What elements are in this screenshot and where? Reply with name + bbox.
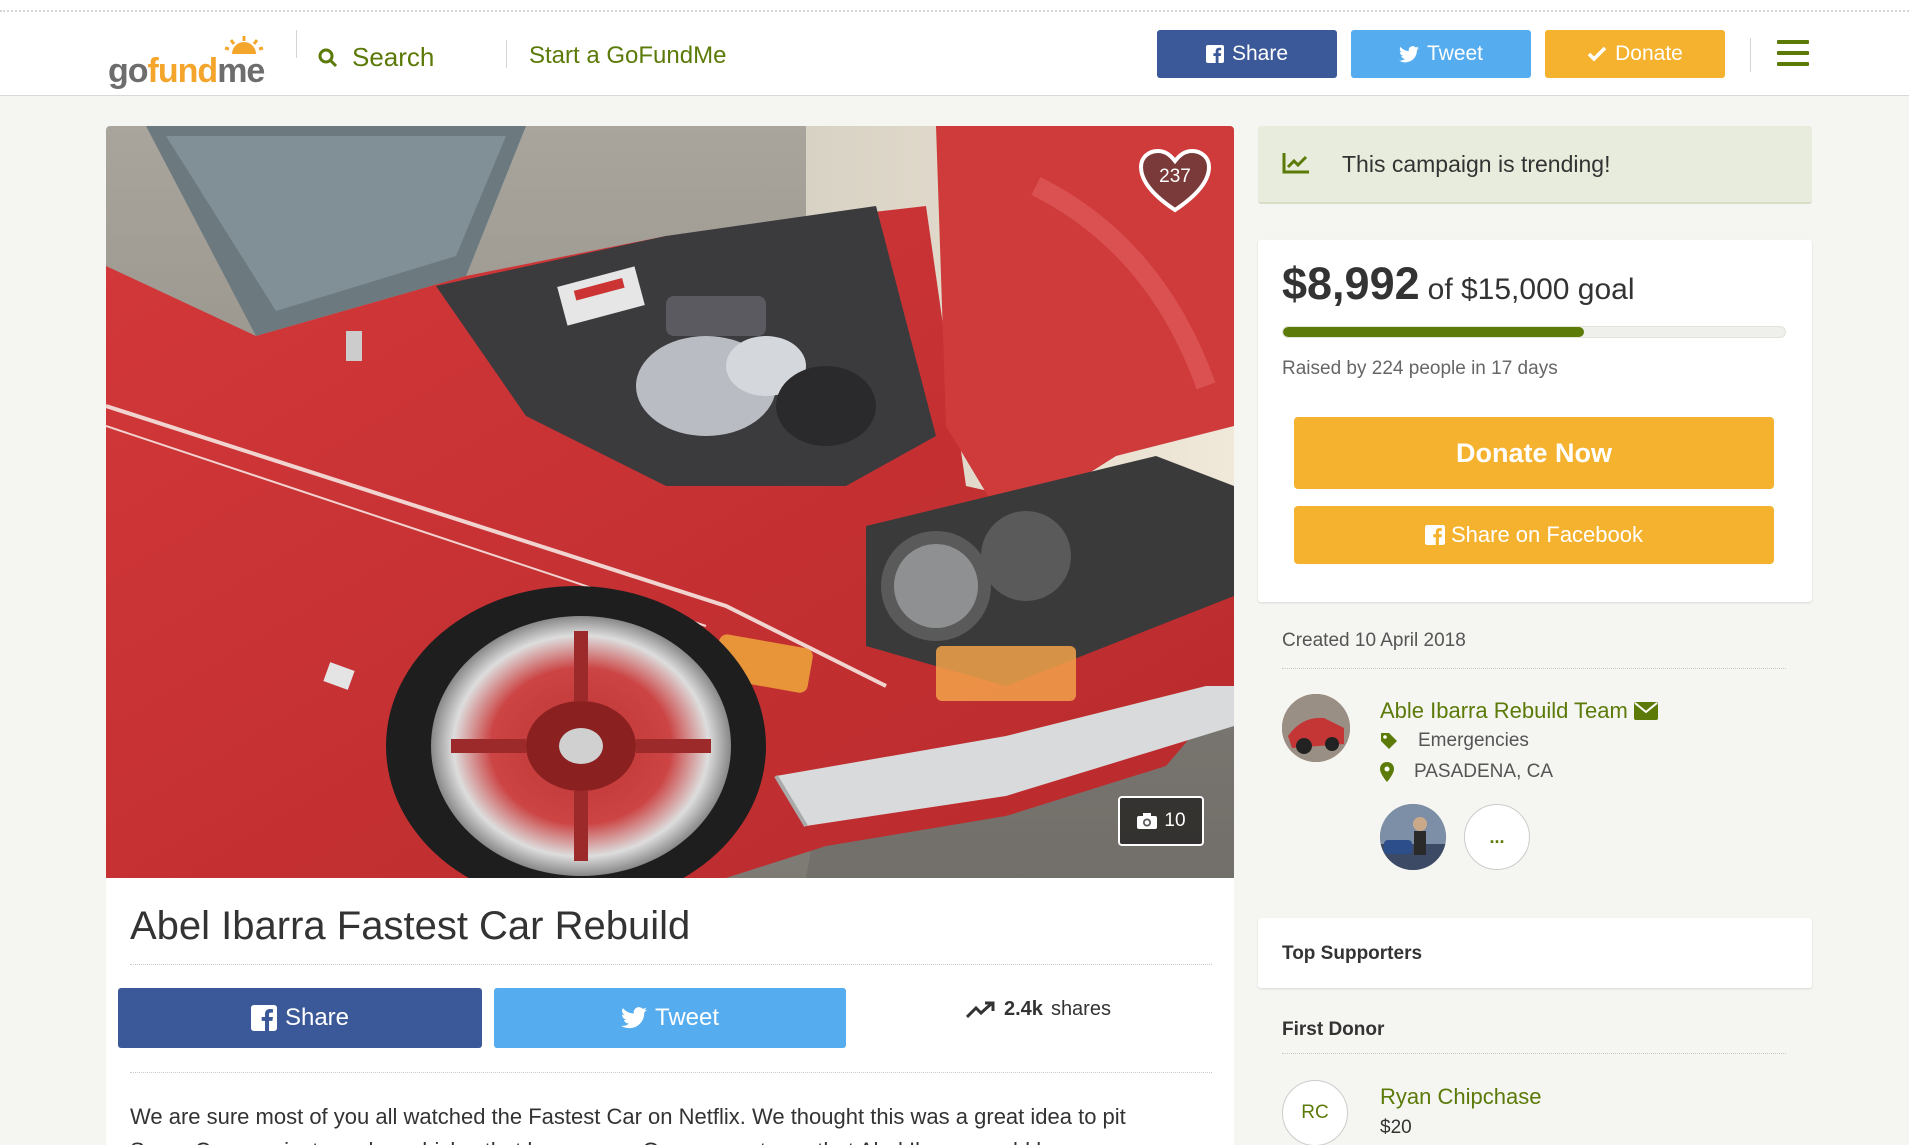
share-count: 2.4k shares: [966, 998, 1111, 1021]
start-gofundme-link[interactable]: Start a GoFundMe: [529, 42, 726, 70]
organizer-name: Able Ibarra Rebuild Team: [1380, 698, 1628, 723]
more-team-members-button[interactable]: ...: [1464, 804, 1530, 870]
header-share-button[interactable]: Share: [1157, 30, 1337, 78]
donor-amount: $20: [1380, 1117, 1412, 1138]
header-divider: [1750, 38, 1751, 72]
menu-hamburger-icon[interactable]: [1777, 40, 1809, 68]
campaign-share-button[interactable]: Share: [118, 988, 482, 1048]
donor-divider: [1282, 1053, 1786, 1054]
top-border: [0, 0, 1909, 12]
donate-now-button[interactable]: Donate Now: [1294, 417, 1774, 489]
beneficiary-avatar[interactable]: [1380, 804, 1446, 870]
car-photo-illustration: [106, 126, 1234, 878]
twitter-icon: [1398, 45, 1419, 62]
share-divider: [130, 1072, 1212, 1073]
top-supporters-heading: Top Supporters: [1282, 943, 1423, 964]
first-donor-heading: First Donor: [1282, 1019, 1385, 1040]
progress-bar: [1282, 326, 1786, 338]
raised-byline: Raised by 224 people in 17 days: [1282, 358, 1558, 379]
checkmark-icon: [1587, 46, 1607, 62]
organizer-link[interactable]: Able Ibarra Rebuild Team: [1380, 698, 1658, 724]
story-line: We are sure most of you all watched the …: [130, 1104, 1126, 1129]
map-pin-icon: [1380, 762, 1394, 782]
photo-count-label: 10: [1164, 810, 1186, 831]
campaign-share-label: Share: [284, 1004, 350, 1031]
raised-summary: $8,992 of $15,000 goal: [1282, 258, 1635, 310]
facebook-icon: [1424, 525, 1445, 545]
raised-amount: $8,992: [1282, 258, 1420, 309]
campaign-category[interactable]: Emergencies: [1380, 730, 1529, 752]
created-divider: [1282, 668, 1786, 669]
donor-avatar: RC: [1282, 1080, 1348, 1145]
logo-sun-icon: [224, 36, 264, 54]
donor-name[interactable]: Ryan Chipchase: [1380, 1084, 1541, 1110]
campaign-tweet-button[interactable]: Tweet: [494, 988, 846, 1048]
location-label: PASADENA, CA: [1414, 761, 1554, 782]
organizer-avatar-image: [1282, 694, 1350, 762]
envelope-icon[interactable]: [1633, 702, 1658, 720]
beneficiary-avatar-image: [1380, 804, 1446, 870]
photo-gallery-button[interactable]: 10: [1118, 796, 1204, 846]
goal-text: of $15,000 goal: [1427, 273, 1635, 306]
share-facebook-label: Share on Facebook: [1450, 522, 1644, 547]
story-line: Super Cars against regular vehicles that…: [130, 1134, 1220, 1145]
site-header: gofundme Search Start a GoFundMe Share T…: [0, 12, 1909, 96]
search-label: Search: [352, 42, 435, 72]
share-facebook-button[interactable]: Share on Facebook: [1294, 506, 1774, 564]
search-link[interactable]: Search: [318, 42, 434, 73]
header-share-label: Share: [1231, 42, 1289, 65]
share-count-number: 2.4k: [1004, 998, 1043, 1020]
campaign-tweet-label: Tweet: [654, 1004, 720, 1031]
trending-up-icon: [966, 1001, 995, 1018]
twitter-icon: [620, 1007, 647, 1029]
header-divider: [296, 30, 297, 58]
facebook-icon: [250, 1005, 277, 1031]
chart-line-icon: [1282, 153, 1309, 174]
search-icon: [318, 48, 338, 67]
header-tweet-label: Tweet: [1426, 42, 1484, 65]
campaign-story: We are sure most of you all watched the …: [130, 1100, 1220, 1145]
category-label: Emergencies: [1418, 730, 1529, 751]
header-divider: [506, 40, 507, 68]
header-donate-label: Donate: [1615, 42, 1683, 65]
logo-wordmark: gofundme: [108, 52, 265, 90]
header-donate-button[interactable]: Donate: [1545, 30, 1725, 78]
trending-text: This campaign is trending!: [1342, 151, 1611, 177]
facebook-icon: [1205, 45, 1224, 63]
share-count-label: shares: [1050, 998, 1111, 1020]
campaign-location: PASADENA, CA: [1380, 761, 1553, 783]
camera-icon: [1137, 813, 1158, 829]
progress-bar-fill: [1283, 327, 1584, 337]
created-date: Created 10 April 2018: [1282, 630, 1466, 651]
organizer-avatar[interactable]: [1282, 694, 1350, 762]
heart-count: 237: [1159, 166, 1191, 187]
title-divider: [130, 964, 1212, 965]
campaign-title: Abel Ibarra Fastest Car Rebuild: [130, 904, 691, 948]
campaign-photo[interactable]: [106, 126, 1234, 878]
tag-icon: [1381, 733, 1397, 749]
header-tweet-button[interactable]: Tweet: [1351, 30, 1531, 78]
